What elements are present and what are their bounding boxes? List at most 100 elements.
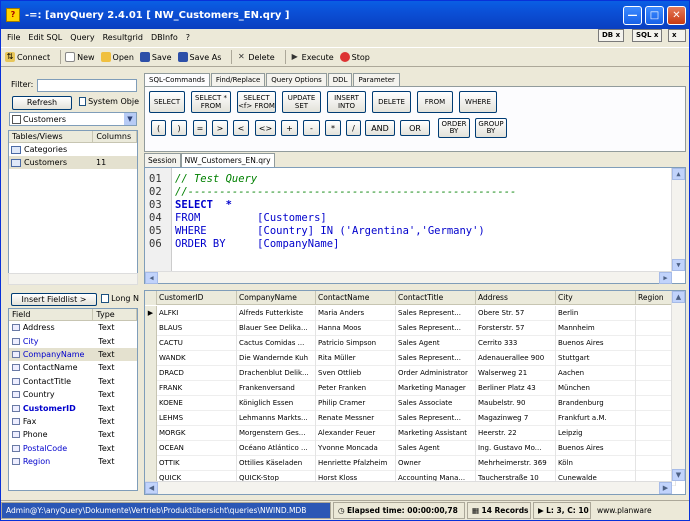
scroll-up-icon[interactable]: ▲ (672, 168, 685, 180)
table-cell[interactable]: Sales Represent... (396, 321, 476, 336)
table-cell[interactable]: München (556, 381, 636, 396)
menu-dbinfo[interactable]: DBInfo (151, 33, 178, 42)
operator-button-8[interactable]: - (303, 120, 320, 136)
table-cell[interactable]: Blauer See Delika... (237, 321, 316, 336)
table-cell[interactable]: OTTIK (157, 456, 237, 471)
list-item[interactable]: Country Text (9, 388, 137, 401)
list-item[interactable]: Address Text (9, 321, 137, 334)
table-row[interactable]: OCEAN Océano Atlántico ... Yvonne Moncada S… (145, 441, 676, 456)
system-objects-checkbox[interactable]: System Obje (79, 97, 139, 106)
table-cell[interactable]: Yvonne Moncada (316, 441, 396, 456)
table-cell[interactable]: Owner (396, 456, 476, 471)
sql-button-7[interactable]: FROM (417, 91, 453, 113)
table-cell[interactable]: Berlin (556, 306, 636, 321)
table-cell[interactable]: Sales Agent (396, 441, 476, 456)
table-cell[interactable]: Ottilies Käseladen (237, 456, 316, 471)
scroll-left-icon[interactable]: ◀ (145, 272, 158, 284)
table-row[interactable]: ▶ ALFKI Alfreds Futterkiste Maria Anders Sal… (145, 306, 676, 321)
table-cell[interactable]: WANDK (157, 351, 237, 366)
sql-panel-toggle[interactable]: SQL x (632, 29, 663, 42)
scroll-up-icon[interactable]: ▲ (672, 291, 685, 303)
table-cell[interactable]: Hanna Moos (316, 321, 396, 336)
table-cell[interactable] (636, 396, 676, 411)
table-cell[interactable]: BLAUS (157, 321, 237, 336)
table-cell[interactable]: Frankenversand (237, 381, 316, 396)
table-cell[interactable]: ALFKI (157, 306, 237, 321)
operator-button-7[interactable]: + (281, 120, 298, 136)
table-cell[interactable]: Sales Agent (396, 336, 476, 351)
sql-button-3[interactable]: SELECT <f> FROM (237, 91, 276, 113)
long-names-checkbox[interactable]: Long N (101, 294, 139, 303)
table-cell[interactable]: Köln (556, 456, 636, 471)
table-cell[interactable]: Königlich Essen (237, 396, 316, 411)
table-cell[interactable]: Marketing Manager (396, 381, 476, 396)
column-header-tables[interactable]: Tables/Views (9, 131, 94, 142)
table-cell[interactable]: Sales Associate (396, 396, 476, 411)
operator-button-12[interactable]: OR (400, 120, 430, 136)
list-item[interactable]: Fax Text (9, 415, 137, 428)
operator-button-11[interactable]: AND (365, 120, 395, 136)
list-item[interactable]: Region Text (9, 455, 137, 468)
operator-button-4[interactable]: > (212, 120, 228, 136)
column-header-type[interactable]: Type (93, 309, 137, 320)
table-cell[interactable]: Leipzig (556, 426, 636, 441)
filter-input[interactable] (37, 79, 137, 92)
tab-parameter[interactable]: Parameter (353, 73, 400, 86)
table-row[interactable]: FRANK Frankenversand Peter Franken Marketin… (145, 381, 676, 396)
tab-find-replace[interactable]: Find/Replace (210, 73, 266, 86)
table-cell[interactable] (636, 336, 676, 351)
table-cell[interactable]: Aachen (556, 366, 636, 381)
scroll-right-icon[interactable]: ▶ (659, 272, 672, 284)
operator-button-6[interactable]: <> (255, 120, 276, 136)
table-cell[interactable]: Morgenstern Ges... (237, 426, 316, 441)
table-cell[interactable]: OCEAN (157, 441, 237, 456)
sql-button-2[interactable]: SELECT * FROM (191, 91, 231, 113)
save-button[interactable]: Save (139, 52, 172, 62)
menu-file[interactable]: File (7, 33, 20, 42)
table-cell[interactable]: Peter Franken (316, 381, 396, 396)
table-cell[interactable]: Lehmanns Markts... (237, 411, 316, 426)
table-cell[interactable]: Mehrheimerstr. 369 (476, 456, 556, 471)
table-cell[interactable]: KOENE (157, 396, 237, 411)
table-cell[interactable]: Brandenburg (556, 396, 636, 411)
table-cell[interactable] (636, 441, 676, 456)
table-cell[interactable]: Maria Anders (316, 306, 396, 321)
insert-fieldlist-button[interactable]: Insert Fieldlist > (11, 293, 97, 306)
menu-resultgrid[interactable]: Resultgrid (103, 33, 143, 42)
table-cell[interactable]: Adenauerallee 900 (476, 351, 556, 366)
table-cell[interactable]: Cactus Comidas ... (237, 336, 316, 351)
close-panel-button[interactable]: x (668, 29, 686, 42)
database-select[interactable]: Customers ▼ (9, 112, 137, 126)
tab-session[interactable]: Session (144, 153, 181, 167)
table-cell[interactable]: Mannheim (556, 321, 636, 336)
grid-horizontal-scrollbar[interactable]: ◀ ▶ (145, 481, 672, 494)
list-item[interactable]: ContactTitle Text (9, 375, 137, 388)
stop-button[interactable]: Stop (339, 52, 370, 62)
table-cell[interactable]: Berliner Platz 43 (476, 381, 556, 396)
table-cell[interactable]: Renate Messner (316, 411, 396, 426)
column-header[interactable]: ContactTitle (396, 291, 476, 305)
minimize-button[interactable]: — (623, 5, 642, 25)
operator-button-14[interactable]: GROUP BY (475, 118, 507, 138)
table-cell[interactable]: Obere Str. 57 (476, 306, 556, 321)
grid-vertical-scrollbar[interactable]: ▲ ▼ (671, 291, 685, 481)
table-cell[interactable]: Drachenblut Delik... (237, 366, 316, 381)
table-cell[interactable]: Frankfurt a.M. (556, 411, 636, 426)
table-cell[interactable]: Ing. Gustavo Mo... (476, 441, 556, 456)
menu-query[interactable]: Query (70, 33, 94, 42)
table-cell[interactable] (636, 456, 676, 471)
editor-horizontal-scrollbar[interactable]: ◀ ▶ (145, 271, 672, 284)
table-cell[interactable]: Patricio Simpson (316, 336, 396, 351)
sql-button-8[interactable]: WHERE (459, 91, 497, 113)
table-cell[interactable] (636, 351, 676, 366)
column-header[interactable]: City (556, 291, 636, 305)
table-cell[interactable]: FRANK (157, 381, 237, 396)
list-item[interactable]: CompanyName Text (9, 347, 137, 362)
editor-vertical-scrollbar[interactable]: ▲ ▼ (671, 168, 685, 271)
operator-button-2[interactable]: ) (171, 120, 187, 136)
tab-query-file[interactable]: NW_Customers_EN.qry (180, 153, 275, 167)
scroll-down-icon[interactable]: ▼ (672, 469, 685, 481)
table-cell[interactable]: Alfreds Futterkiste (237, 306, 316, 321)
column-header[interactable]: Region (636, 291, 676, 305)
db-panel-toggle[interactable]: DB x (598, 29, 625, 42)
